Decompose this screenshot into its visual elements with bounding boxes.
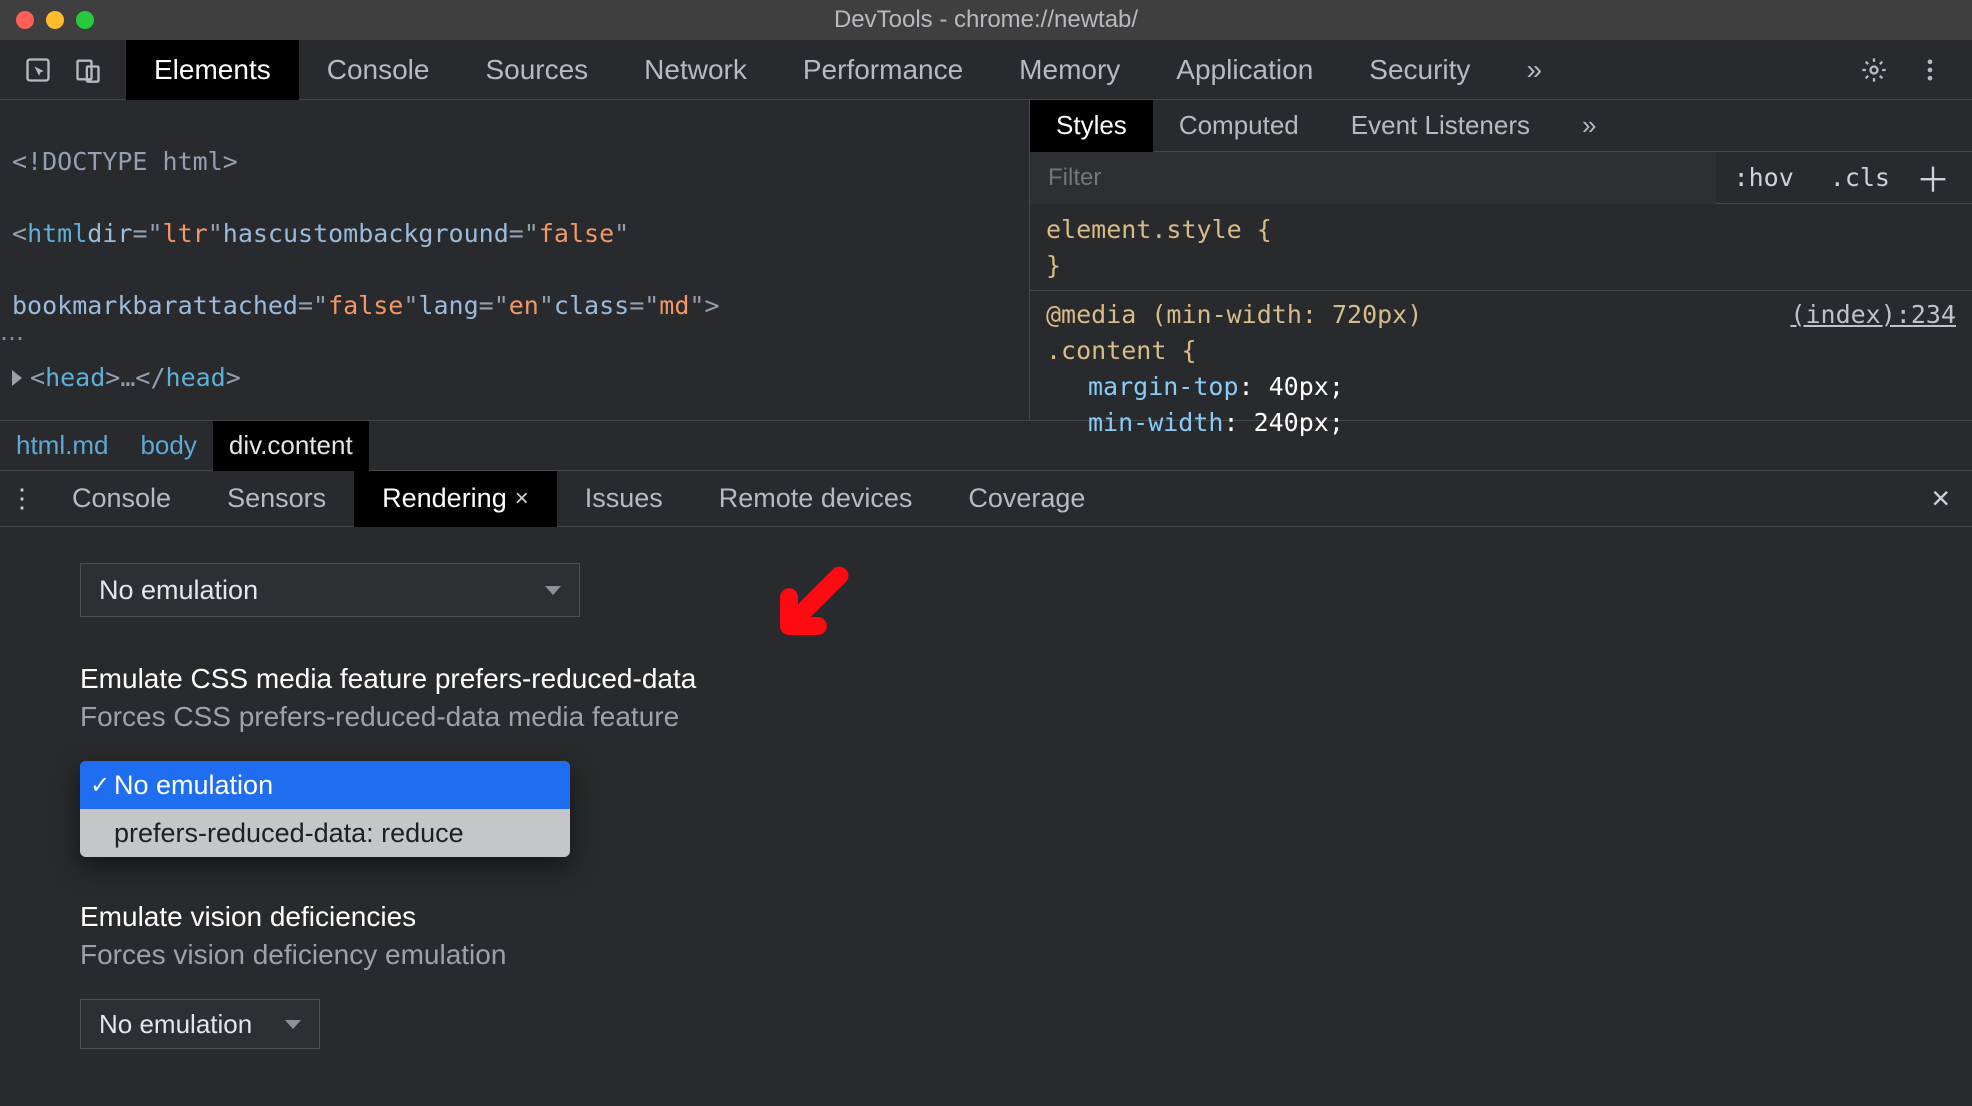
traffic-lights — [0, 11, 94, 29]
device-toggle-icon[interactable] — [74, 56, 102, 84]
check-icon: ✓ — [90, 771, 110, 800]
styles-filter-input[interactable] — [1030, 152, 1716, 204]
drawer-tab-coverage[interactable]: Coverage — [940, 471, 1113, 527]
tab-console[interactable]: Console — [299, 40, 458, 100]
chevron-down-icon — [545, 586, 561, 595]
vision-description: Forces vision deficiency emulation — [80, 939, 1972, 971]
css-media: @media (min-width: 720px) — [1046, 300, 1422, 329]
select-value: No emulation — [99, 1009, 252, 1040]
tab-network[interactable]: Network — [616, 40, 775, 100]
tab-elements[interactable]: Elements — [126, 40, 299, 100]
css-prop[interactable]: min-width — [1088, 408, 1223, 437]
tab-performance[interactable]: Performance — [775, 40, 991, 100]
option-no-emulation[interactable]: ✓ No emulation — [80, 761, 570, 809]
feature-description: Forces CSS prefers-reduced-data media fe… — [80, 701, 1972, 733]
devtools-tabs: Elements Console Sources Network Perform… — [126, 40, 1570, 100]
styles-tab-computed[interactable]: Computed — [1153, 100, 1325, 152]
css-selector[interactable]: element.style { — [1046, 215, 1272, 244]
chevron-down-icon — [285, 1020, 301, 1029]
tab-security[interactable]: Security — [1341, 40, 1498, 100]
new-style-rule-icon[interactable]: ＋ — [1908, 153, 1972, 202]
css-prop[interactable]: margin-top — [1088, 372, 1239, 401]
styles-tab-styles[interactable]: Styles — [1030, 100, 1153, 152]
css-value[interactable]: 40px — [1269, 372, 1329, 401]
styles-tabs-more[interactable]: » — [1556, 100, 1622, 152]
minimize-window[interactable] — [46, 11, 64, 29]
hov-toggle[interactable]: :hov — [1716, 163, 1812, 192]
cls-toggle[interactable]: .cls — [1812, 163, 1908, 192]
drawer-tab-rendering[interactable]: Rendering× — [354, 471, 557, 527]
source-link[interactable]: (index):234 — [1790, 297, 1956, 333]
drawer-kebab-icon[interactable]: ⋮ — [0, 483, 44, 514]
styles-tab-eventlisteners[interactable]: Event Listeners — [1325, 100, 1556, 152]
expand-icon[interactable] — [12, 370, 22, 386]
option-prefers-reduced-data-reduce[interactable]: prefers-reduced-data: reduce — [80, 809, 570, 857]
drawer-tab-issues[interactable]: Issues — [557, 471, 691, 527]
css-selector[interactable]: .content { — [1046, 336, 1197, 365]
close-window[interactable] — [16, 11, 34, 29]
drawer-tab-console[interactable]: Console — [44, 471, 199, 527]
css-brace: } — [1046, 251, 1061, 280]
crumb-html[interactable]: html.md — [0, 421, 124, 471]
window-titlebar: DevTools - chrome://newtab/ — [0, 0, 1972, 40]
rendering-panel: No emulation Emulate CSS media feature p… — [0, 527, 1972, 1049]
drawer-tab-sensors[interactable]: Sensors — [199, 471, 354, 527]
annotation-arrow-icon — [762, 563, 852, 660]
select-value: No emulation — [99, 575, 258, 606]
vision-deficiency-select[interactable]: No emulation — [80, 999, 320, 1049]
inspect-icon[interactable] — [24, 56, 52, 84]
drawer-close-icon[interactable]: × — [1909, 480, 1972, 517]
crumb-body[interactable]: body — [124, 421, 212, 471]
kebab-menu-icon[interactable] — [1916, 56, 1944, 84]
close-icon[interactable]: × — [515, 485, 529, 513]
styles-panel: Styles Computed Event Listeners » :hov .… — [1030, 100, 1972, 420]
zoom-window[interactable] — [76, 11, 94, 29]
css-value[interactable]: 240px — [1254, 408, 1329, 437]
gear-icon[interactable] — [1860, 56, 1888, 84]
tab-memory[interactable]: Memory — [991, 40, 1148, 100]
crumb-selected[interactable]: div.content — [213, 421, 369, 471]
vision-title: Emulate vision deficiencies — [80, 901, 1972, 933]
prefers-reduced-data-dropdown[interactable]: ✓ No emulation prefers-reduced-data: red… — [80, 761, 570, 857]
overflow-dots-icon: ⋯ — [0, 324, 26, 353]
window-title: DevTools - chrome://newtab/ — [834, 6, 1138, 34]
dom-tree[interactable]: ⋯ <!DOCTYPE html> <html dir="ltr" hascus… — [0, 100, 1030, 420]
drawer-tab-remotedevices[interactable]: Remote devices — [691, 471, 941, 527]
tabs-more[interactable]: » — [1498, 40, 1570, 100]
tab-application[interactable]: Application — [1148, 40, 1341, 100]
emulate-media-type-select[interactable]: No emulation — [80, 563, 580, 617]
tab-sources[interactable]: Sources — [457, 40, 616, 100]
devtools-toolbar: Elements Console Sources Network Perform… — [0, 40, 1972, 100]
feature-title: Emulate CSS media feature prefers-reduce… — [80, 663, 1972, 695]
